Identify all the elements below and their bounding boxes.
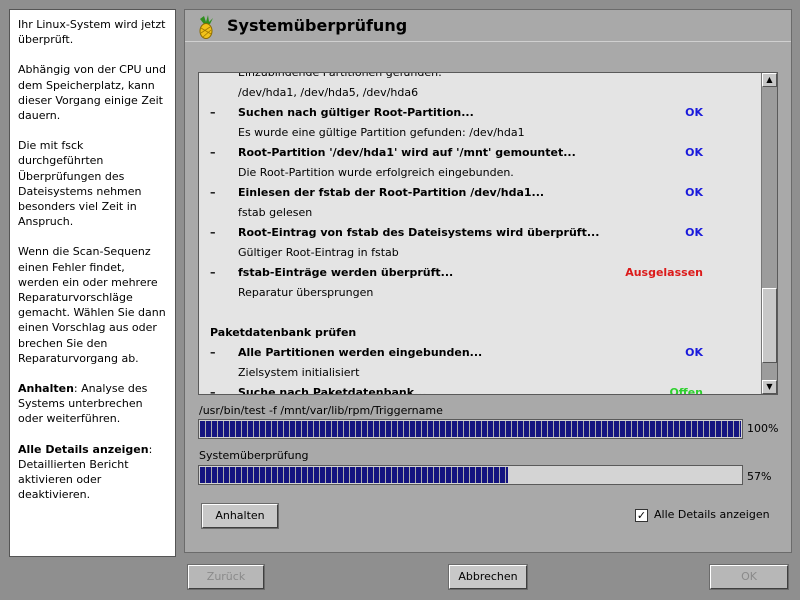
help-panel: Ihr Linux-System wird jetzt überprüft. A… — [9, 9, 176, 557]
log-text: Einzubindende Partitionen gefunden: — [238, 73, 442, 79]
log-text: Die Root-Partition wurde erfolgreich ein… — [238, 166, 514, 179]
check-icon: ✓ — [636, 509, 647, 522]
progress-percent: 57% — [747, 470, 772, 483]
log-text: Suchen nach gültiger Root-Partition... — [238, 106, 474, 119]
log-text: fstab gelesen — [238, 206, 313, 219]
log-text: fstab-Einträge werden überprüft... — [238, 266, 454, 279]
log-row: – Alle Partitionen werden eingebunden... O… — [199, 343, 761, 363]
log-row: Einzubindende Partitionen gefunden: — [199, 73, 761, 83]
main-panel: Systemüberprüfung Einzubindende Partitio… — [184, 9, 792, 553]
help-term: Alle Details anzeigen — [18, 442, 149, 456]
progress-percent: 100% — [747, 422, 779, 435]
log-row: – Suchen nach gültiger Root-Partition... O… — [199, 103, 761, 123]
status-badge: OK — [685, 226, 703, 239]
log-row: Zielsystem initialisiert — [199, 363, 761, 383]
pause-button[interactable]: Anhalten — [201, 503, 279, 529]
pineapple-icon — [195, 14, 217, 40]
progress-label: /usr/bin/test -f /mnt/var/lib/rpm/Trigge… — [199, 404, 443, 417]
log-text: Root-Partition '/dev/hda1' wird auf '/mn… — [238, 146, 576, 159]
dash-icon: – — [210, 386, 216, 394]
log-row: Es wurde eine gültige Partition gefunden… — [199, 123, 761, 143]
log-text: Paketdatenbank prüfen — [210, 326, 357, 339]
help-paragraph: Alle Details anzeigen: Detaillierten Ber… — [18, 442, 167, 503]
dash-icon: – — [210, 146, 216, 159]
progress-fill — [200, 421, 741, 437]
status-badge: Ausgelassen — [625, 266, 703, 279]
dash-icon: – — [210, 186, 216, 199]
scroll-up-icon[interactable]: ▲ — [762, 73, 777, 87]
log-row: – Suche nach Paketdatenbank... Offen — [199, 383, 761, 394]
status-badge: OK — [685, 186, 703, 199]
log-row: – fstab-Einträge werden überprüft... Ausge… — [199, 263, 761, 283]
log-text: Reparatur übersprungen — [238, 286, 374, 299]
log-text: Einlesen der fstab der Root-Partition /d… — [238, 186, 545, 199]
log-section-header: Paketdatenbank prüfen — [199, 323, 761, 343]
status-badge: OK — [685, 346, 703, 359]
help-paragraph: Anhalten: Analyse des Systems unterbrech… — [18, 381, 167, 427]
log-row: /dev/hda1, /dev/hda5, /dev/hda6 — [199, 83, 761, 103]
help-paragraph: Ihr Linux-System wird jetzt überprüft. — [18, 18, 166, 47]
dash-icon: – — [210, 106, 216, 119]
log-row: – Einlesen der fstab der Root-Partition /… — [199, 183, 761, 203]
dash-icon: – — [210, 266, 216, 279]
log-list: Einzubindende Partitionen gefunden: /dev/… — [199, 73, 761, 394]
log-text: Suche nach Paketdatenbank... — [238, 386, 427, 394]
log-row: – Root-Partition '/dev/hda1' wird auf '/m… — [199, 143, 761, 163]
back-button[interactable]: Zurück — [187, 564, 265, 590]
progress-bar-task — [198, 419, 743, 439]
log-row — [199, 303, 761, 323]
log-scrollbar[interactable]: ▲ ▼ — [761, 73, 777, 394]
log-view: Einzubindende Partitionen gefunden: /dev/… — [198, 72, 778, 395]
status-badge: OK — [685, 106, 703, 119]
log-row: Die Root-Partition wurde erfolgreich ein… — [199, 163, 761, 183]
title-bar: Systemüberprüfung — [185, 10, 791, 42]
log-row: Gültiger Root-Eintrag in fstab — [199, 243, 761, 263]
ok-button[interactable]: OK — [709, 564, 789, 590]
log-text: Alle Partitionen werden eingebunden... — [238, 346, 483, 359]
progress-fill — [200, 467, 508, 483]
log-row: Reparatur übersprungen — [199, 283, 761, 303]
status-badge: OK — [685, 146, 703, 159]
details-checkbox-label[interactable]: Alle Details anzeigen — [654, 508, 770, 521]
progress-bar-overall — [198, 465, 743, 485]
help-paragraph: Abhängig von der CPU und dem Speicherpla… — [18, 63, 166, 123]
log-row: – Root-Eintrag von fstab des Dateisystems… — [199, 223, 761, 243]
status-badge: Offen — [669, 386, 703, 394]
scrollbar-thumb[interactable] — [762, 288, 777, 363]
log-text: Es wurde eine gültige Partition gefunden… — [238, 126, 525, 139]
help-term: Anhalten — [18, 382, 74, 396]
log-text: Zielsystem initialisiert — [238, 366, 360, 379]
log-row: fstab gelesen — [199, 203, 761, 223]
help-paragraph: Wenn die Scan-Sequenz einen Fehler finde… — [18, 245, 166, 365]
progress-label: Systemüberprüfung — [199, 449, 309, 462]
page-title: Systemüberprüfung — [227, 16, 408, 35]
dash-icon: – — [210, 226, 216, 239]
details-checkbox[interactable]: ✓ — [635, 509, 648, 522]
log-text: Gültiger Root-Eintrag in fstab — [238, 246, 399, 259]
dash-icon: – — [210, 346, 216, 359]
abort-button[interactable]: Abbrechen — [448, 564, 528, 590]
log-text: /dev/hda1, /dev/hda5, /dev/hda6 — [238, 86, 419, 99]
log-text: Root-Eintrag von fstab des Dateisystems … — [238, 226, 600, 239]
help-paragraph: Die mit fsck durchgeführten Überprüfunge… — [18, 139, 142, 229]
scroll-down-icon[interactable]: ▼ — [762, 380, 777, 394]
